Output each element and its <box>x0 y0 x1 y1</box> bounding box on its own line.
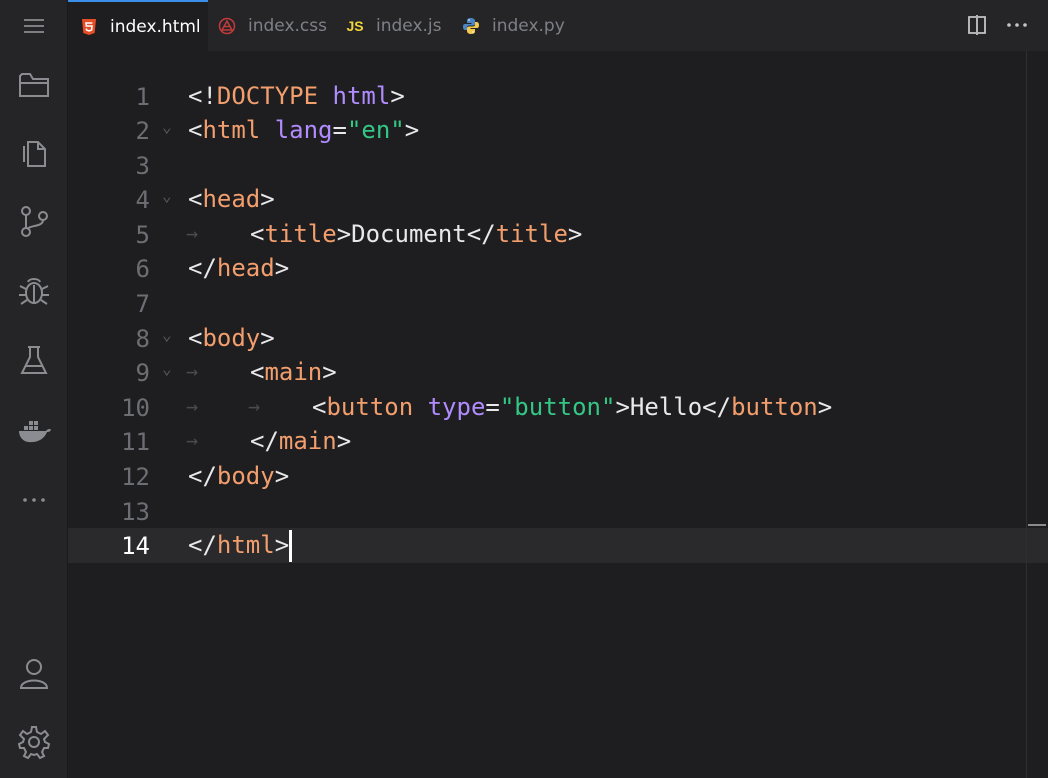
code-text: </main> <box>250 427 352 455</box>
vertical-scrollbar[interactable] <box>1026 51 1048 778</box>
line-number: 6 <box>135 255 150 283</box>
more-actions-icon[interactable] <box>1004 12 1030 38</box>
testing-icon[interactable] <box>14 340 54 380</box>
indent-guide-icon: → <box>186 394 199 418</box>
code-text: <button type="button">Hello</button> <box>312 393 833 421</box>
code-line: 2 ⌄ <html lang="en"> <box>68 113 1048 148</box>
code-line: 6 </head> <box>68 251 1048 286</box>
fold-chevron-icon[interactable]: ⌄ <box>162 117 172 136</box>
line-number: 10 <box>121 394 150 422</box>
code-text: </html> <box>188 530 293 562</box>
tab-index-css[interactable]: index.css <box>218 0 336 51</box>
code-line: 11 → </main> <box>68 424 1048 459</box>
code-line: 7 <box>68 286 1048 321</box>
line-number: 7 <box>135 290 150 318</box>
line-number: 4 <box>135 186 150 214</box>
source-control-icon[interactable] <box>14 201 54 241</box>
code-line: 13 <box>68 494 1048 529</box>
code-text: <body> <box>188 324 275 352</box>
fold-chevron-icon[interactable]: ⌄ <box>162 186 172 205</box>
code-line: 3 <box>68 148 1048 183</box>
tab-label: index.css <box>248 15 327 36</box>
activity-bar <box>0 0 68 778</box>
line-number: 14 <box>121 532 150 560</box>
account-icon[interactable] <box>14 654 54 694</box>
tab-label: index.py <box>492 15 565 36</box>
editor-tab-bar: index.html index.css JS index.js index.p… <box>68 0 1048 51</box>
code-text: <head> <box>188 185 275 213</box>
line-number: 1 <box>135 83 150 111</box>
indent-guide-icon: → <box>186 359 199 383</box>
code-line: 9 ⌄ → <main> <box>68 355 1048 390</box>
fold-chevron-icon[interactable]: ⌄ <box>162 359 172 378</box>
line-number: 12 <box>121 463 150 491</box>
python-icon <box>462 17 480 35</box>
line-number: 13 <box>121 498 150 526</box>
tab-index-html[interactable]: index.html <box>68 0 208 51</box>
files-icon[interactable] <box>14 132 54 172</box>
code-line: 8 ⌄ <body> <box>68 321 1048 356</box>
more-icon[interactable] <box>14 478 54 518</box>
docker-icon[interactable] <box>14 410 54 450</box>
html5-icon <box>80 18 98 36</box>
indent-guide-icon: → <box>186 221 199 245</box>
code-line: 12 </body> <box>68 459 1048 494</box>
tab-index-js[interactable]: JS index.js <box>346 0 446 51</box>
line-number: 5 <box>135 221 150 249</box>
line-number: 3 <box>135 152 150 180</box>
indent-guide-icon: → <box>248 394 261 418</box>
js-icon: JS <box>346 17 364 34</box>
code-line: 4 ⌄ <head> <box>68 182 1048 217</box>
tab-index-py[interactable]: index.py <box>462 0 572 51</box>
code-editor[interactable]: 1 <!DOCTYPE html> 2 ⌄ <html lang="en"> 3… <box>68 51 1048 778</box>
scroll-position-marker <box>1028 524 1046 526</box>
debug-icon[interactable] <box>14 270 54 310</box>
indent-guide-icon: → <box>186 428 199 452</box>
settings-icon[interactable] <box>14 722 54 762</box>
split-editor-icon[interactable] <box>964 12 990 38</box>
code-line: 1 <!DOCTYPE html> <box>68 79 1048 114</box>
line-number: 9 <box>135 359 150 387</box>
code-text: <html lang="en"> <box>188 116 420 144</box>
code-text: <!DOCTYPE html> <box>188 82 405 110</box>
line-number: 2 <box>135 117 150 145</box>
code-text: </head> <box>188 254 290 282</box>
code-text: <main> <box>250 358 337 386</box>
code-text: <title>Document</title> <box>250 220 583 248</box>
line-number: 8 <box>135 325 150 353</box>
css-icon <box>218 17 236 35</box>
tab-label: index.html <box>110 16 201 37</box>
current-code-line: 14 </html> <box>68 528 1048 563</box>
code-line: 10 → → <button type="button">Hello</butt… <box>68 390 1048 425</box>
code-line: 5 → <title>Document</title> <box>68 217 1048 252</box>
explorer-icon[interactable] <box>14 64 54 104</box>
code-text: </body> <box>188 462 290 490</box>
text-cursor <box>289 530 293 562</box>
menu-icon[interactable] <box>14 6 54 46</box>
line-number: 11 <box>121 428 150 456</box>
tab-label: index.js <box>376 15 442 36</box>
fold-chevron-icon[interactable]: ⌄ <box>162 325 172 344</box>
